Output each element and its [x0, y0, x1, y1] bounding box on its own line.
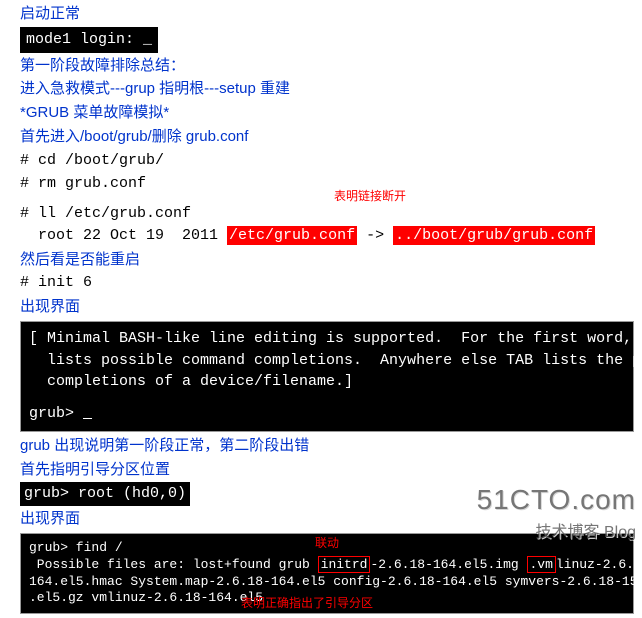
- appear-screen-1: 出现界面: [2, 295, 640, 319]
- grub-msg-1: [ Minimal BASH-like line editing is supp…: [29, 328, 625, 350]
- cmd-root-wrap: grub> root (hd0,0): [2, 481, 640, 507]
- ll-output-line: root 22 Oct 19 2011 /etc/grub.conf -> ..…: [20, 225, 622, 247]
- enter-rescue: 进入急救模式---grup 指明根---setup 重建: [2, 77, 640, 101]
- annotation-boot-partition: 表明正确指出了引导分区: [241, 596, 373, 612]
- path-etc-grub: /etc/grub.conf: [227, 226, 357, 245]
- grub-msg-3: completions of a device/filename.]: [29, 371, 625, 393]
- find-output-2: 164.el5.hmac System.map-2.6.18-164.el5 c…: [29, 574, 625, 591]
- cmd-ll: # ll /etc/grub.conf: [20, 203, 622, 225]
- restart-check: 然后看是否能重启: [2, 248, 640, 272]
- stage1-summary: 第一阶段故障排除总结：: [2, 54, 640, 78]
- grub-terminal-1: [ Minimal BASH-like line editing is supp…: [20, 321, 634, 432]
- annotation-linkage: 联动: [315, 536, 339, 552]
- grub-explain: grub 出现说明第一阶段正常，第二阶段出错: [2, 434, 640, 458]
- cmd-ll-block: 表明链接断开 # ll /etc/grub.conf root 22 Oct 1…: [2, 202, 640, 248]
- grub-msg-2: lists possible command completions. Anyw…: [29, 350, 625, 372]
- grub-terminal-2: grub> find / Possible files are: lost+fo…: [20, 533, 634, 615]
- login-terminal-wrap: mode1 login: _: [2, 26, 640, 54]
- appear-screen-2: 出现界面: [2, 507, 640, 531]
- box-vm: .vm: [527, 556, 556, 573]
- heading-boot-normal: 启动正常: [2, 2, 640, 26]
- box-initrd: initrd: [318, 556, 371, 573]
- path-boot-grub: ../boot/grub/grub.conf: [393, 226, 595, 245]
- cmd-rm: # rm grub.conf: [2, 172, 640, 196]
- cmd-root: grub> root (hd0,0): [20, 482, 190, 506]
- annotation-broken-link: 表明链接断开: [334, 188, 406, 205]
- grub-prompt: grub>: [29, 403, 625, 425]
- point-boot-partition: 首先指明引导分区位置: [2, 458, 640, 482]
- enter-boot-dir: 首先进入/boot/grub/删除 grub.conf: [2, 125, 640, 149]
- cmd-init6: # init 6: [2, 271, 640, 295]
- grub-menu-sim: *GRUB 菜单故障模拟*: [2, 101, 640, 125]
- login-terminal: mode1 login: _: [20, 27, 158, 53]
- find-output-1: Possible files are: lost+found grub init…: [29, 557, 625, 574]
- cmd-cd: # cd /boot/grub/: [2, 149, 640, 173]
